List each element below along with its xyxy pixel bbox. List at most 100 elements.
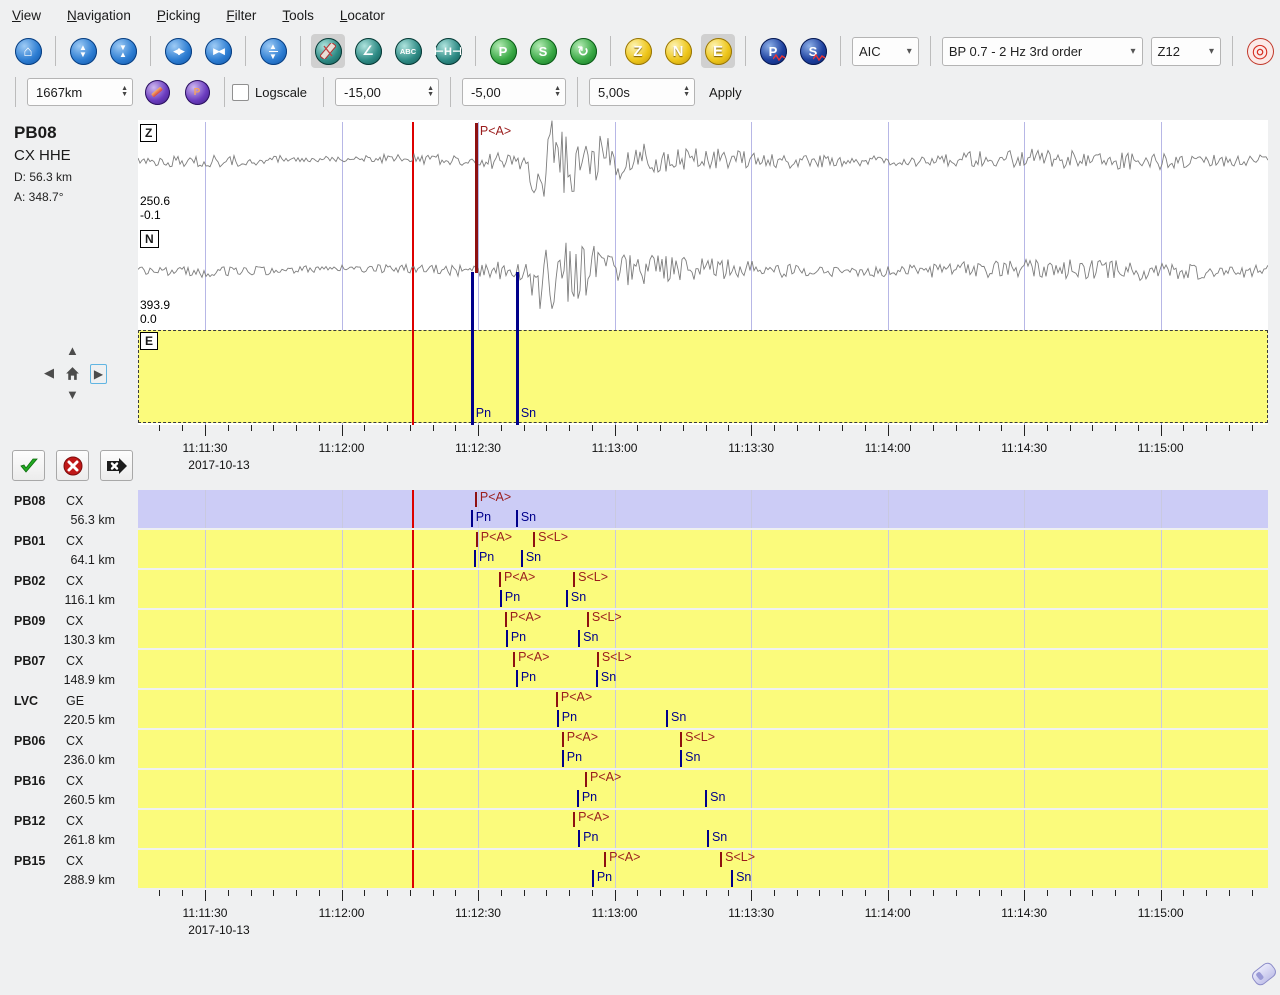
normalize-amplitude-icon[interactable]: ▲▼ [256, 34, 290, 68]
pick-preview-icon[interactable]: P [180, 75, 214, 109]
menu-view[interactable]: View [12, 8, 41, 23]
pick-flag-Sn[interactable] [516, 510, 518, 527]
show-p-arrivals-icon[interactable]: P [756, 34, 790, 68]
scroll-right-icon[interactable]: ▶ [90, 364, 107, 384]
component-n-icon[interactable]: N [661, 34, 695, 68]
pick-flag-PA[interactable] [475, 492, 477, 507]
spinner-arrows-icon[interactable]: ▲▼ [121, 86, 128, 98]
pick-flag-PA[interactable] [513, 652, 515, 667]
reject-pick-button[interactable] [56, 450, 89, 481]
pick-flag-PA[interactable] [585, 772, 587, 787]
pick-flag-SL[interactable] [720, 852, 722, 867]
station-trace-pb08[interactable]: P<A>PnSn [138, 490, 1268, 528]
relocate-target-icon[interactable]: ◎ [1243, 34, 1277, 68]
menu-tools[interactable]: Tools [282, 8, 314, 23]
picker-algorithm-select[interactable]: AIC ▾ [852, 37, 919, 66]
station-trace-pb12[interactable]: P<A>PnSn [138, 810, 1268, 848]
pick-flag-SL[interactable] [680, 732, 682, 747]
time-zoom-out-icon[interactable]: ▶◀ [201, 34, 235, 68]
pick-flag-Sn[interactable] [566, 590, 568, 607]
pick-flag-Pn[interactable] [562, 750, 564, 767]
station-trace-pb07[interactable]: P<A>S<L>PnSn [138, 650, 1268, 688]
measure-pick-icon[interactable] [140, 75, 174, 109]
pick-flag-PA[interactable] [556, 692, 558, 707]
pick-flag-PA[interactable] [604, 852, 606, 867]
resize-grip-icon[interactable] [1250, 960, 1279, 987]
pick-flag-SL[interactable] [587, 612, 589, 627]
station-trace-pb02[interactable]: P<A>S<L>PnSn [138, 570, 1268, 608]
amplitude-zoom-out-icon[interactable]: ▼▲ [106, 34, 140, 68]
pick-flag-Sn[interactable] [521, 550, 523, 567]
station-trace-pb16[interactable]: P<A>PnSn [138, 770, 1268, 808]
time-zoom-in-icon[interactable]: ◀▶ [161, 34, 195, 68]
pick-s-icon[interactable]: S [526, 34, 560, 68]
window-end-spinner[interactable]: -5,00 ▲▼ [462, 78, 566, 106]
home-icon[interactable]: ⌂ [11, 34, 45, 68]
pick-flag-Sn[interactable] [578, 630, 580, 647]
pick-flag-Pn[interactable] [577, 790, 579, 807]
measure-distance-icon[interactable]: ⊢H⊣ [431, 34, 465, 68]
amplitude-zoom-in-icon[interactable]: ▲▼ [66, 34, 100, 68]
home-view-icon[interactable] [64, 365, 82, 383]
menu-filter[interactable]: Filter [226, 8, 256, 23]
rotation-select[interactable]: Z12 ▾ [1151, 37, 1221, 66]
scroll-up-icon[interactable]: ▲ [66, 344, 79, 357]
measure-ruler-icon[interactable] [311, 34, 345, 68]
pick-flag-Pn[interactable] [557, 710, 559, 727]
pick-flag-PA[interactable] [475, 123, 478, 273]
scroll-left-icon[interactable]: ◀ [44, 366, 54, 379]
station-trace-pb06[interactable]: P<A>S<L>PnSn [138, 730, 1268, 768]
pick-flag-Sn[interactable] [596, 670, 598, 687]
pick-flag-PA[interactable] [573, 812, 575, 827]
pick-flag-Pn[interactable] [516, 670, 518, 687]
filter-select[interactable]: BP 0.7 - 2 Hz 3rd order ▾ [942, 37, 1143, 66]
pick-flag-Pn[interactable] [506, 630, 508, 647]
pick-flag-Pn[interactable] [592, 870, 594, 887]
pick-flag-PA[interactable] [562, 732, 564, 747]
component-e-icon[interactable]: E [701, 34, 735, 68]
pick-flag-SL[interactable] [533, 532, 535, 547]
scroll-down-icon[interactable]: ▼ [66, 388, 79, 401]
spinner-arrows-icon[interactable]: ▲▼ [683, 86, 690, 98]
station-trace-lvc[interactable]: P<A>PnSn [138, 690, 1268, 728]
station-trace-pb01[interactable]: P<A>S<L>PnSn [138, 530, 1268, 568]
repick-icon[interactable]: ↻ [566, 34, 600, 68]
menu-picking[interactable]: Picking [157, 8, 201, 23]
pick-flag-Sn[interactable] [516, 272, 519, 425]
distance-range-spinner[interactable]: 1667km ▲▼ [27, 78, 133, 106]
pick-flag-Pn[interactable] [500, 590, 502, 607]
window-start-spinner[interactable]: -15,00 ▲▼ [335, 78, 439, 106]
pick-flag-Pn[interactable] [474, 550, 476, 567]
spinner-arrows-icon[interactable]: ▲▼ [554, 86, 561, 98]
menu-navigation[interactable]: Navigation [67, 8, 131, 23]
waveform-picker-canvas[interactable]: Z250.6-0.1N393.90.0EP<A>PnSn [138, 120, 1268, 425]
apply-button[interactable]: Apply [709, 85, 742, 100]
pick-flag-PA[interactable] [476, 532, 478, 547]
pick-flag-SL[interactable] [597, 652, 599, 667]
confirm-pick-button[interactable] [12, 450, 45, 481]
pick-flag-Sn[interactable] [680, 750, 682, 767]
pick-p-icon[interactable]: P [486, 34, 520, 68]
menu-locator[interactable]: Locator [340, 8, 385, 23]
spinner-arrows-icon[interactable]: ▲▼ [427, 86, 434, 98]
pick-flag-Sn[interactable] [731, 870, 733, 887]
pick-flag-Pn[interactable] [578, 830, 580, 847]
pick-flag-Sn[interactable] [705, 790, 707, 807]
show-s-arrivals-icon[interactable]: S [796, 34, 830, 68]
pick-flag-Sn[interactable] [666, 710, 668, 727]
pick-flag-Pn[interactable] [471, 272, 474, 425]
pick-flag-Pn[interactable] [471, 510, 473, 527]
logscale-checkbox[interactable] [232, 84, 249, 101]
station-trace-pb09[interactable]: P<A>S<L>PnSn [138, 610, 1268, 648]
apply-and-next-button[interactable] [100, 450, 133, 481]
annotation-abc-icon[interactable]: ABC [391, 34, 425, 68]
component-z-icon[interactable]: Z [621, 34, 655, 68]
pick-flag-SL[interactable] [573, 572, 575, 587]
pick-flag-PA[interactable] [505, 612, 507, 627]
pick-flag-PA[interactable] [499, 572, 501, 587]
pick-flag-Sn[interactable] [707, 830, 709, 847]
station-trace-pb15[interactable]: P<A>S<L>PnSn [138, 850, 1268, 888]
trace-row-e-selected[interactable] [138, 330, 1268, 423]
picker-angle-icon[interactable]: ∠ [351, 34, 385, 68]
window-length-spinner[interactable]: 5,00s ▲▼ [589, 78, 695, 106]
